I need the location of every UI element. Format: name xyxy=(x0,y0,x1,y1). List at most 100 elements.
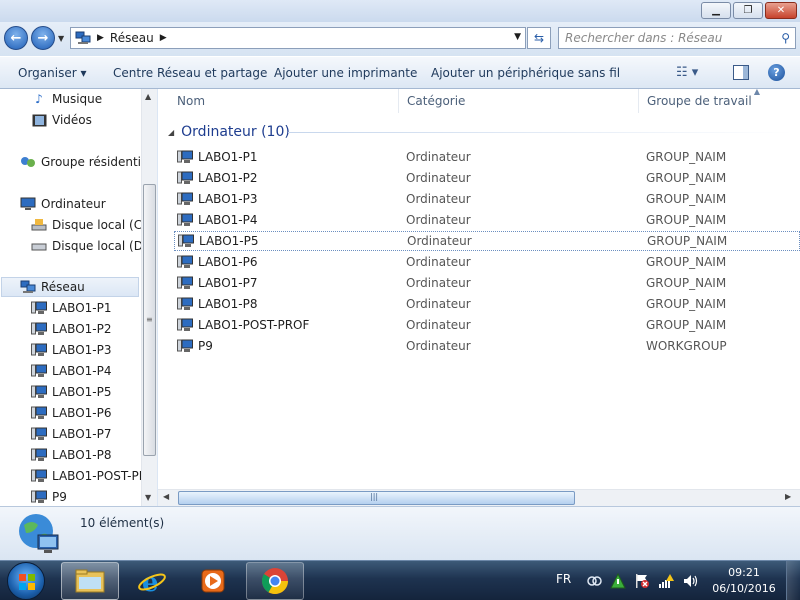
scrollbar-grip-icon: ≡ xyxy=(146,315,153,324)
computer-icon xyxy=(31,385,47,398)
list-item[interactable]: LABO1-P8 Ordinateur GROUP_NAIM xyxy=(174,294,800,314)
organiser-label: Organiser xyxy=(18,66,77,80)
item-name: LABO1-POST-PROF xyxy=(198,318,310,332)
item-workgroup: GROUP_NAIM xyxy=(647,234,728,248)
column-header-nom[interactable]: Nom xyxy=(158,89,399,113)
nav-item-computer[interactable]: P9 xyxy=(31,487,67,506)
nav-item-label: Ordinateur xyxy=(41,197,106,211)
group-header-ordinateur[interactable]: ◢ Ordinateur (10) xyxy=(168,123,290,141)
taskbar-media-player[interactable] xyxy=(184,562,242,600)
forward-button[interactable]: → xyxy=(31,26,55,50)
scroll-up-icon[interactable]: ▲ xyxy=(145,92,151,101)
nav-item-disque-c[interactable]: Disque local (C:) xyxy=(31,215,151,235)
list-item[interactable]: LABO1-P5 Ordinateur GROUP_NAIM xyxy=(174,231,800,251)
item-name: LABO1-P8 xyxy=(198,297,258,311)
preview-pane-button[interactable] xyxy=(733,65,749,80)
add-wireless-device-button[interactable]: Ajouter un périphérique sans fil xyxy=(431,66,620,80)
language-indicator[interactable]: FR xyxy=(556,572,571,586)
nav-item-computer[interactable]: LABO1-P7 xyxy=(31,424,111,444)
item-name: LABO1-P2 xyxy=(198,171,258,185)
title-bar[interactable]: ▁ ❐ ✕ xyxy=(0,0,800,22)
help-button[interactable]: ? xyxy=(768,64,785,81)
scroll-right-icon[interactable]: ▶ xyxy=(785,492,791,501)
nav-item-computer[interactable]: LABO1-P1 xyxy=(31,298,111,318)
horizontal-scrollbar[interactable]: ◀ ||| ▶ xyxy=(158,489,800,506)
navigation-scrollbar[interactable]: ▲ ≡ ▼ xyxy=(141,89,157,506)
sort-ascending-icon: ▲ xyxy=(753,87,760,96)
navigation-pane: ♪ Musique Vidéos Groupe résidentiel Ordi… xyxy=(0,89,157,506)
search-input[interactable]: Rechercher dans : Réseau ⚲ xyxy=(558,27,796,49)
nav-item-computer[interactable]: LABO1-P5 xyxy=(31,382,111,402)
organiser-button[interactable]: Organiser ▾ xyxy=(18,66,87,80)
restore-icon: ❐ xyxy=(743,5,753,16)
minimize-button[interactable]: ▁ xyxy=(701,2,731,19)
video-icon xyxy=(31,113,47,127)
show-desktop-button[interactable] xyxy=(786,561,800,600)
nav-item-groupe-residentiel[interactable]: Groupe résidentiel xyxy=(20,152,152,172)
search-icon[interactable]: ⚲ xyxy=(781,31,790,45)
breadcrumb-reseau[interactable]: Réseau xyxy=(110,31,154,45)
refresh-button[interactable]: ⇆ xyxy=(527,27,551,49)
warning-triangle-icon[interactable] xyxy=(610,573,626,589)
nav-item-reseau[interactable]: Réseau xyxy=(1,277,139,297)
change-view-button[interactable]: ☷ ▾ xyxy=(676,65,698,80)
taskbar-explorer[interactable] xyxy=(61,562,119,600)
nav-item-label: Musique xyxy=(52,92,103,106)
system-clock[interactable]: 09:21 06/10/2016 xyxy=(712,565,776,597)
list-item[interactable]: LABO1-P4 Ordinateur GROUP_NAIM xyxy=(174,210,800,230)
maximize-button[interactable]: ❐ xyxy=(733,2,763,19)
nav-item-computer[interactable]: LABO1-P2 xyxy=(31,319,111,339)
network-center-button[interactable]: Centre Réseau et partage xyxy=(113,66,267,80)
nav-item-computer[interactable]: LABO1-P3 xyxy=(31,340,111,360)
item-category: Ordinateur xyxy=(407,234,472,248)
drive-icon xyxy=(31,218,47,232)
list-item[interactable]: LABO1-P2 Ordinateur GROUP_NAIM xyxy=(174,168,800,188)
nav-item-computer[interactable]: LABO1-POST-PR xyxy=(31,466,147,486)
nav-item-musique[interactable]: ♪ Musique xyxy=(31,89,102,109)
scrollbar-grip-icon: ||| xyxy=(370,492,379,501)
computer-icon xyxy=(177,276,193,289)
column-label: Nom xyxy=(177,94,206,108)
list-item[interactable]: P9 Ordinateur WORKGROUP xyxy=(174,336,800,356)
sync-icon[interactable] xyxy=(586,573,602,589)
nav-item-computer[interactable]: LABO1-P4 xyxy=(31,361,111,381)
address-dropdown-icon[interactable]: ▼ xyxy=(514,32,521,42)
homegroup-icon xyxy=(20,155,36,169)
column-header-groupe[interactable]: Groupe de travail ▲ xyxy=(639,87,800,113)
nav-item-computer[interactable]: LABO1-P8 xyxy=(31,445,111,465)
start-button[interactable] xyxy=(7,562,45,600)
breadcrumb-separator-icon[interactable]: ▶ xyxy=(97,33,104,43)
list-item[interactable]: LABO1-P1 Ordinateur GROUP_NAIM xyxy=(174,147,800,167)
nav-item-ordinateur[interactable]: Ordinateur xyxy=(20,194,106,214)
explorer-window: ▁ ❐ ✕ ← → ▼ ▶ Réseau ▶ ▼ ⇆ Rechercher da… xyxy=(0,0,800,560)
computer-icon xyxy=(31,427,47,440)
list-item[interactable]: LABO1-P3 Ordinateur GROUP_NAIM xyxy=(174,189,800,209)
nav-item-videos[interactable]: Vidéos xyxy=(31,110,92,130)
column-header-categorie[interactable]: Catégorie xyxy=(399,89,639,113)
item-category: Ordinateur xyxy=(406,318,471,332)
taskbar-internet-explorer[interactable]: e xyxy=(123,562,181,600)
network-signal-icon[interactable] xyxy=(658,573,674,589)
close-button[interactable]: ✕ xyxy=(765,2,797,19)
volume-icon[interactable] xyxy=(682,573,698,589)
address-field[interactable]: ▶ Réseau ▶ ▼ xyxy=(70,27,526,49)
details-pane: 10 élément(s) xyxy=(0,506,800,560)
command-bar: Organiser ▾ Centre Réseau et partage Ajo… xyxy=(0,56,800,89)
list-item[interactable]: LABO1-P7 Ordinateur GROUP_NAIM xyxy=(174,273,800,293)
flag-action-center-icon[interactable] xyxy=(634,573,650,589)
nav-item-disque-d[interactable]: Disque local (D:) xyxy=(31,236,152,256)
scroll-left-icon[interactable]: ◀ xyxy=(163,492,169,501)
computer-icon xyxy=(31,469,47,482)
recent-pages-dropdown-icon[interactable]: ▼ xyxy=(58,34,64,43)
column-label: Groupe de travail xyxy=(647,94,752,108)
back-button[interactable]: ← xyxy=(4,26,28,50)
nav-item-computer[interactable]: LABO1-P6 xyxy=(31,403,111,423)
taskbar-chrome[interactable] xyxy=(246,562,304,600)
scroll-down-icon[interactable]: ▼ xyxy=(145,493,151,502)
list-item[interactable]: LABO1-P6 Ordinateur GROUP_NAIM xyxy=(174,252,800,272)
list-item[interactable]: LABO1-POST-PROF Ordinateur GROUP_NAIM xyxy=(174,315,800,335)
collapse-triangle-icon[interactable]: ◢ xyxy=(168,128,174,137)
add-printer-button[interactable]: Ajouter une imprimante xyxy=(274,66,417,80)
breadcrumb-chevron-icon[interactable]: ▶ xyxy=(160,33,167,43)
windows-logo-icon xyxy=(19,574,35,590)
